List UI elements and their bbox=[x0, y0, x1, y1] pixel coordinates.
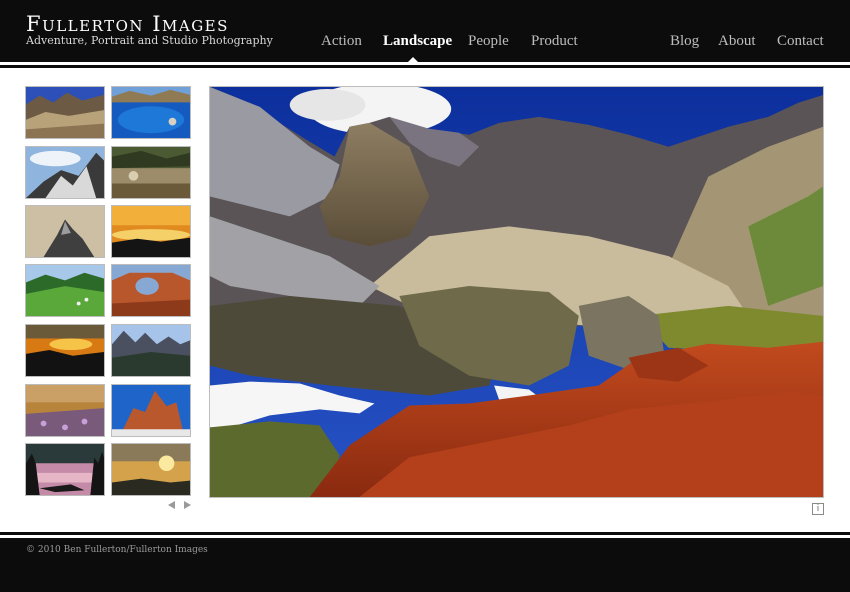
site-tagline: Adventure, Portrait and Studio Photograp… bbox=[26, 34, 273, 47]
nav-blog[interactable]: Blog bbox=[670, 33, 699, 49]
nav-contact[interactable]: Contact bbox=[777, 33, 824, 49]
thumbnail-6[interactable] bbox=[111, 205, 191, 258]
thumbnail-5[interactable] bbox=[25, 205, 105, 258]
thumbnail-4[interactable] bbox=[111, 146, 191, 199]
active-nav-indicator-icon bbox=[408, 57, 418, 62]
thumbnail-9[interactable] bbox=[25, 324, 105, 377]
copyright-text: © 2010 Ben Fullerton/Fullerton Images bbox=[26, 545, 208, 555]
main-photo[interactable] bbox=[209, 86, 824, 498]
thumbnail-1[interactable] bbox=[25, 86, 105, 139]
thumbnail-8[interactable] bbox=[111, 264, 191, 317]
site-title[interactable]: Fullerton Images bbox=[26, 13, 229, 35]
thumbnail-14[interactable] bbox=[111, 443, 191, 496]
thumbnail-11[interactable] bbox=[25, 384, 105, 437]
nav-product[interactable]: Product bbox=[531, 33, 578, 49]
info-icon[interactable]: i bbox=[812, 503, 824, 515]
header-divider-line bbox=[0, 65, 850, 68]
triangle-left-icon[interactable] bbox=[168, 501, 175, 509]
thumbnail-7[interactable] bbox=[25, 264, 105, 317]
thumbnail-10[interactable] bbox=[111, 324, 191, 377]
thumbnail-12[interactable] bbox=[111, 384, 191, 437]
nav-landscape[interactable]: Landscape bbox=[383, 33, 452, 49]
nav-about[interactable]: About bbox=[718, 33, 756, 49]
triangle-right-icon[interactable] bbox=[184, 501, 191, 509]
nav-people[interactable]: People bbox=[468, 33, 509, 49]
nav-action[interactable]: Action bbox=[321, 33, 362, 49]
thumbnail-grid bbox=[25, 86, 195, 499]
thumbnail-2[interactable] bbox=[111, 86, 191, 139]
thumbnail-3[interactable] bbox=[25, 146, 105, 199]
thumbnail-13[interactable] bbox=[25, 443, 105, 496]
footer-divider bbox=[0, 532, 850, 535]
